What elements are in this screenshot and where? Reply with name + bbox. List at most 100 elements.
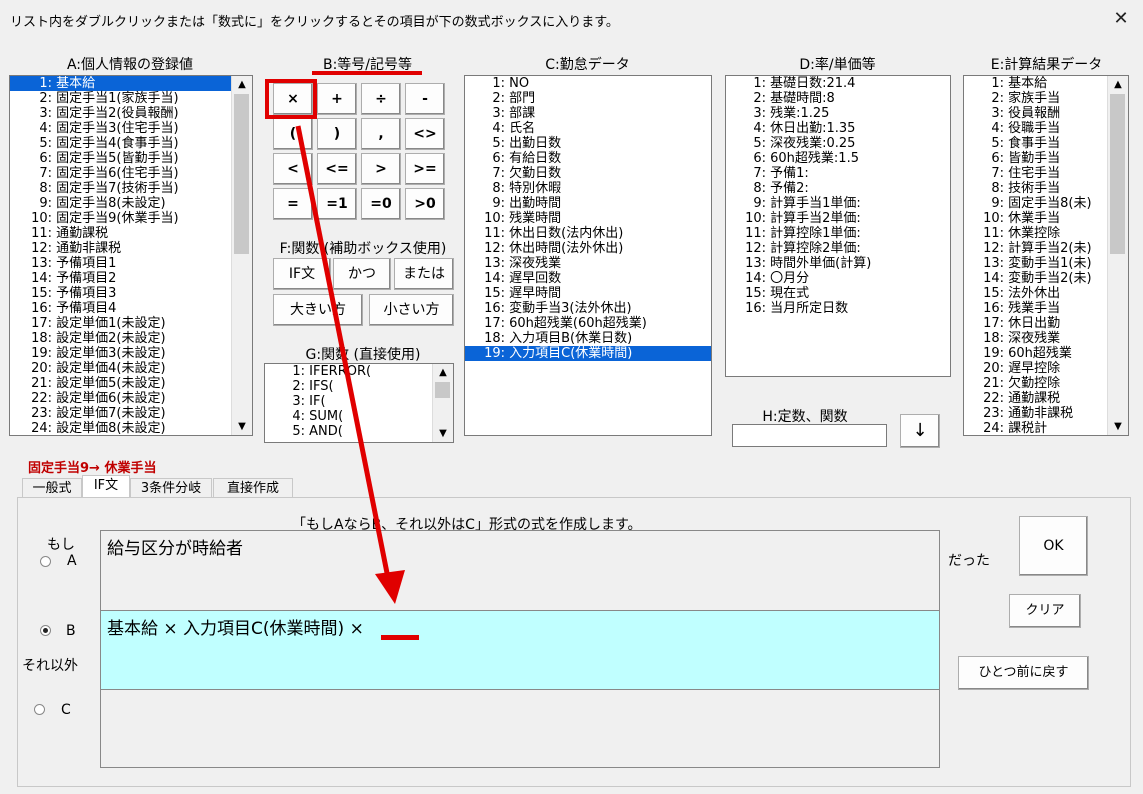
scroll-up-icon[interactable]: ▲ [232, 76, 252, 93]
symbol-button-le[interactable]: <= [317, 153, 357, 185]
symbol-button-plus[interactable]: + [317, 83, 357, 115]
list-item[interactable]: 7: 住宅手当 [964, 166, 1128, 181]
list-item[interactable]: 9: 出勤時間 [465, 196, 711, 211]
list-item[interactable]: 3: 残業:1.25 [726, 106, 950, 121]
list-item[interactable]: 11: 休出日数(法内休出) [465, 226, 711, 241]
list-item[interactable]: 10: 固定手当9(休業手当) [10, 211, 252, 226]
scroll-thumb[interactable] [435, 382, 450, 398]
list-item[interactable]: 14: 遅早回数 [465, 271, 711, 286]
symbol-button-gt0[interactable]: >0 [405, 188, 445, 220]
list-item[interactable]: 3: 固定手当2(役員報酬) [10, 106, 252, 121]
list-g[interactable]: 1: IFERROR(2: IFS(3: IF(4: SUM(5: AND(▲ ▼ [264, 363, 454, 443]
list-item[interactable]: 8: 固定手当7(技術手当) [10, 181, 252, 196]
symbol-button-divide[interactable]: ÷ [361, 83, 401, 115]
list-item[interactable]: 19: 設定単価3(未設定) [10, 346, 252, 361]
scroll-down-icon[interactable]: ▼ [232, 418, 252, 435]
list-item[interactable]: 23: 設定単価7(未設定) [10, 406, 252, 421]
list-item[interactable]: 2: 部門 [465, 91, 711, 106]
scrollbar[interactable]: ▲ ▼ [1107, 76, 1128, 435]
box-c[interactable] [100, 689, 940, 768]
list-item[interactable]: 5: 固定手当4(食事手当) [10, 136, 252, 151]
list-item[interactable]: 6: 固定手当5(皆勤手当) [10, 151, 252, 166]
list-item[interactable]: 20: 遅早控除 [964, 361, 1128, 376]
list-item[interactable]: 16: 残業手当 [964, 301, 1128, 316]
list-item[interactable]: 13: 時間外単価(計算) [726, 256, 950, 271]
list-c[interactable]: 1: NO 2: 部門 3: 部課 4: 氏名 5: 出勤日数 6: 有給日数 7: 欠勤日… [464, 75, 712, 436]
list-item[interactable]: 16: 変動手当3(法外休出) [465, 301, 711, 316]
list-item[interactable]: 11: 計算控除1単価: [726, 226, 950, 241]
list-item[interactable]: 18: 設定単価2(未設定) [10, 331, 252, 346]
if-button[interactable]: IF文 [273, 258, 331, 290]
list-item[interactable]: 16: 当月所定日数 [726, 301, 950, 316]
clear-button[interactable]: クリア [1009, 594, 1081, 628]
list-item[interactable]: 3: 役員報酬 [964, 106, 1128, 121]
symbol-button-minus[interactable]: - [405, 83, 445, 115]
list-item[interactable]: 7: 固定手当6(住宅手当) [10, 166, 252, 181]
list-item[interactable]: 17: 60h超残業(60h超残業) [465, 316, 711, 331]
list-a[interactable]: 1: 基本給 2: 固定手当1(家族手当) 3: 固定手当2(役員報酬) 4: 固定手… [9, 75, 253, 436]
scroll-down-icon[interactable]: ▼ [433, 425, 453, 442]
scroll-up-icon[interactable]: ▲ [433, 364, 453, 381]
list-item[interactable]: 15: 遅早時間 [465, 286, 711, 301]
box-b[interactable]: 基本給 × 入力項目C(休業時間) × [100, 610, 940, 690]
max-button[interactable]: 大きい方 [273, 294, 363, 326]
box-a[interactable]: 給与区分が時給者 [100, 530, 940, 611]
list-item[interactable]: 11: 通勤課税 [10, 226, 252, 241]
list-item[interactable]: 5: 出勤日数 [465, 136, 711, 151]
tab-if[interactable]: IF文 [82, 475, 130, 499]
list-item[interactable]: 7: 予備1: [726, 166, 950, 181]
symbol-button-neq[interactable]: <> [405, 118, 445, 150]
list-item[interactable]: 9: 固定手当8(未設定) [10, 196, 252, 211]
list-item[interactable]: 9: 固定手当8(未) [964, 196, 1128, 211]
list-item[interactable]: 8: 技術手当 [964, 181, 1128, 196]
symbol-button-eq1[interactable]: =1 [317, 188, 357, 220]
insert-down-button[interactable]: ↓ [900, 414, 940, 448]
list-item[interactable]: 17: 休日出勤 [964, 316, 1128, 331]
list-item[interactable]: 1: 基本給 [10, 76, 252, 91]
list-item[interactable]: 3: 部課 [465, 106, 711, 121]
list-item[interactable]: 11: 休業控除 [964, 226, 1128, 241]
list-item[interactable]: 18: 深夜残業 [964, 331, 1128, 346]
list-item[interactable]: 8: 特別休暇 [465, 181, 711, 196]
scroll-up-icon[interactable]: ▲ [1108, 76, 1128, 93]
symbol-button-comma[interactable]: , [361, 118, 401, 150]
list-item[interactable]: 13: 変動手当1(未) [964, 256, 1128, 271]
list-item[interactable]: 6: 60h超残業:1.5 [726, 151, 950, 166]
symbol-button-eq0[interactable]: =0 [361, 188, 401, 220]
scrollbar[interactable]: ▲ ▼ [231, 76, 252, 435]
list-item[interactable]: 13: 予備項目1 [10, 256, 252, 271]
symbol-button-lparen[interactable]: ( [273, 118, 313, 150]
symbol-button-gt[interactable]: > [361, 153, 401, 185]
list-item[interactable]: 21: 設定単価5(未設定) [10, 376, 252, 391]
list-item[interactable]: 1: 基本給 [964, 76, 1128, 91]
scroll-thumb[interactable] [1110, 94, 1125, 254]
list-item[interactable]: 15: 現在式 [726, 286, 950, 301]
list-item[interactable]: 23: 通勤非課税 [964, 406, 1128, 421]
list-item[interactable]: 7: 欠勤日数 [465, 166, 711, 181]
symbol-button-lt[interactable]: < [273, 153, 313, 185]
list-item[interactable]: 8: 予備2: [726, 181, 950, 196]
list-item[interactable]: 4: SUM( [265, 409, 453, 424]
list-item[interactable]: 14: 変動手当2(未) [964, 271, 1128, 286]
list-item[interactable]: 4: 氏名 [465, 121, 711, 136]
list-item[interactable]: 12: 計算控除2単価: [726, 241, 950, 256]
scroll-thumb[interactable] [234, 94, 249, 254]
list-item[interactable]: 5: AND( [265, 424, 453, 439]
list-item[interactable]: 20: 設定単価4(未設定) [10, 361, 252, 376]
list-item[interactable]: 2: IFS( [265, 379, 453, 394]
list-item[interactable]: 16: 予備項目4 [10, 301, 252, 316]
list-item[interactable]: 5: 食事手当 [964, 136, 1128, 151]
list-item[interactable]: 10: 休業手当 [964, 211, 1128, 226]
tab-direct[interactable]: 直接作成 [213, 478, 293, 499]
list-item[interactable]: 12: 休出時間(法外休出) [465, 241, 711, 256]
list-item[interactable]: 5: 深夜残業:0.25 [726, 136, 950, 151]
list-item[interactable]: 22: 設定単価6(未設定) [10, 391, 252, 406]
list-item[interactable]: 15: 予備項目3 [10, 286, 252, 301]
symbol-button-eq[interactable]: = [273, 188, 313, 220]
list-item[interactable]: 4: 固定手当3(住宅手当) [10, 121, 252, 136]
list-item[interactable]: 12: 計算手当2(未) [964, 241, 1128, 256]
list-item[interactable]: 4: 役職手当 [964, 121, 1128, 136]
undo-button[interactable]: ひとつ前に戻す [958, 656, 1089, 690]
list-item[interactable]: 18: 入力項目B(休業日数) [465, 331, 711, 346]
list-item[interactable]: 1: IFERROR( [265, 364, 453, 379]
